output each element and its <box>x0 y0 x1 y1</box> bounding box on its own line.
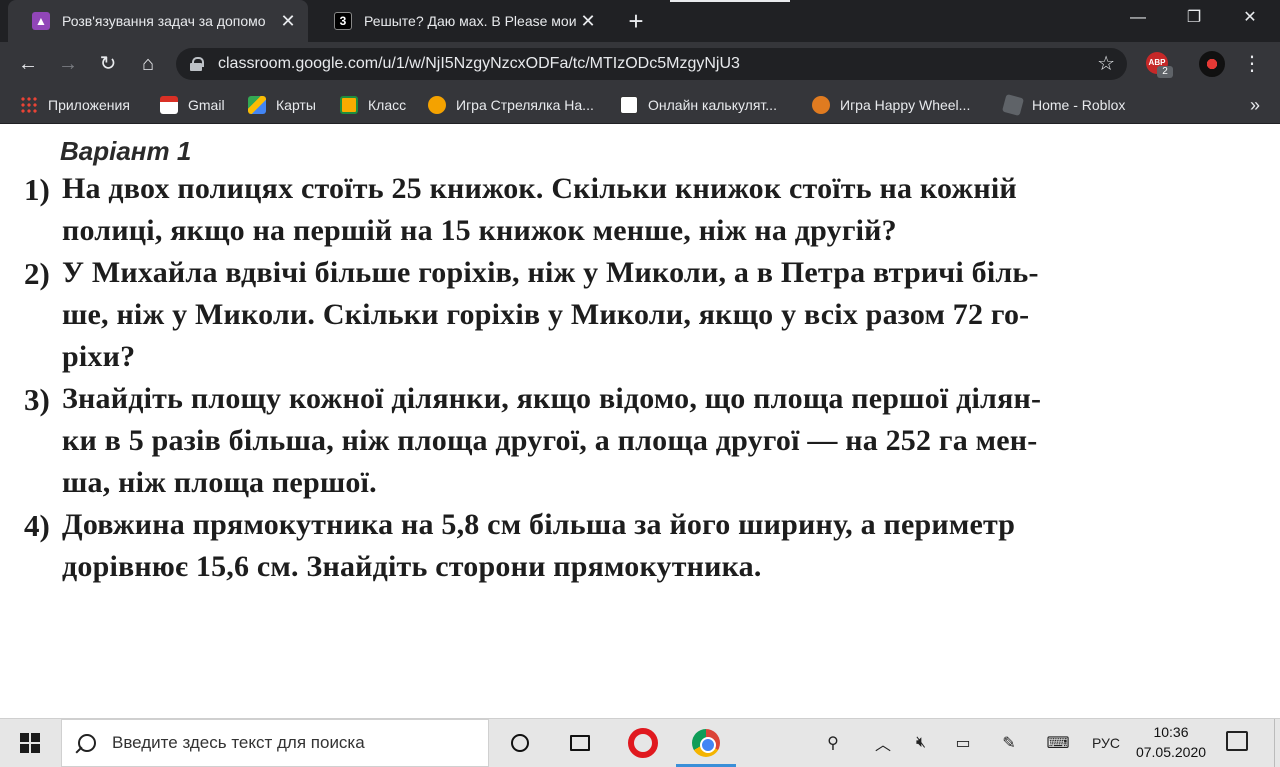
bookmark-label: Gmail <box>188 97 225 113</box>
address-text: classroom.google.com/u/1/w/NjI5NzgyNzcxO… <box>218 55 740 72</box>
tab-title: Решыте? Даю мах. В Please мои <box>364 13 577 29</box>
bookmark-label: Игра Happy Wheel... <box>840 97 971 113</box>
show-desktop-button[interactable] <box>1274 719 1280 767</box>
pen-icon[interactable]: ✎ <box>994 719 1024 767</box>
profile-avatar[interactable] <box>1199 51 1225 77</box>
cortana-icon <box>511 734 529 752</box>
new-tab-button[interactable]: + <box>622 7 650 35</box>
maps-icon <box>248 96 266 114</box>
classroom-icon <box>340 96 358 114</box>
classroom-tab-icon: ▲ <box>32 12 50 30</box>
extension-badge: 2 <box>1157 66 1173 78</box>
address-bar[interactable]: classroom.google.com/u/1/w/NjI5NzgyNzcxO… <box>176 48 1127 80</box>
task-line: ки в 5 разів більша, ніж площа другої, а… <box>62 424 1038 457</box>
volume-muted-icon[interactable]: 🔇︎ <box>906 719 936 767</box>
clock-time: 10:36 <box>1153 724 1189 740</box>
task-view-button[interactable] <box>560 719 600 767</box>
apps-grid-icon <box>20 96 38 114</box>
task-line: ше, ніж у Миколи. Скільки горіхів у Мико… <box>62 298 1030 331</box>
task-line: дорівнює 15,6 см. Знайдіть сторони прямо… <box>62 550 762 583</box>
tab-znanija[interactable]: 3 Решыте? Даю мах. В Please мои ✕ <box>310 0 608 42</box>
input-language[interactable]: РУС <box>1086 719 1126 767</box>
tab-close-icon[interactable]: ✕ <box>278 11 298 32</box>
forward-button[interactable]: → <box>54 50 82 78</box>
tray-overflow-icon[interactable]: ︿ <box>868 719 898 767</box>
keyboard-icon[interactable]: ⌨ <box>1040 719 1076 767</box>
opera-icon <box>628 728 658 758</box>
windows-taskbar: Введите здесь текст для поиска ⚲ ︿ 🔇︎ ▭ … <box>0 718 1280 767</box>
gear-game-icon <box>812 96 830 114</box>
notification-center-icon[interactable] <box>1226 731 1248 751</box>
page-content: Варіант 1 1) На двох полицях стоїть 25 к… <box>0 124 1280 718</box>
home-button[interactable]: ⌂ <box>134 50 162 78</box>
bookmark-maps[interactable]: Карты <box>248 86 316 124</box>
gmail-icon <box>160 96 178 114</box>
cortana-button[interactable] <box>500 719 540 767</box>
minimize-button[interactable]: — <box>1110 0 1166 36</box>
chrome-icon <box>692 729 720 757</box>
clock-date: 07.05.2020 <box>1135 744 1207 760</box>
tab-title: Розв'язування задач за допомо <box>62 13 266 29</box>
task-number: 1) <box>24 172 50 207</box>
battery-icon[interactable]: ▭ <box>948 719 978 767</box>
browser-menu-icon[interactable]: ⋮ <box>1240 50 1264 78</box>
tab-classroom[interactable]: ▲ Розв'язування задач за допомо ✕ <box>8 0 308 42</box>
reload-button[interactable]: ↻ <box>94 50 122 78</box>
people-icon[interactable]: ⚲ <box>818 719 848 767</box>
task-line: У Михайла вдвічі більше горіхів, ніж у М… <box>62 256 1039 289</box>
back-button[interactable]: ← <box>14 50 42 78</box>
bookmarks-bar: Приложения Gmail Карты Класс Игра Стреля… <box>0 86 1280 124</box>
tab-close-icon[interactable]: ✕ <box>578 11 598 32</box>
bookmark-calculator[interactable]: Онлайн калькулят... <box>620 86 777 124</box>
task-number: 4) <box>24 508 50 543</box>
task-line: На двох полицях стоїть 25 книжок. Скільк… <box>62 172 1017 205</box>
worksheet-image: Варіант 1 1) На двох полицях стоїть 25 к… <box>0 124 1280 718</box>
search-icon <box>78 734 96 752</box>
browser-toolbar: ← → ↻ ⌂ classroom.google.com/u/1/w/NjI5N… <box>0 42 1280 86</box>
bookmark-label: Онлайн калькулят... <box>648 97 777 113</box>
roblox-icon <box>1001 93 1025 117</box>
task-line: ша, ніж площа першої. <box>62 466 377 499</box>
chrome-taskbar-button[interactable] <box>682 719 730 767</box>
bookmark-gmail[interactable]: Gmail <box>160 86 225 124</box>
start-button[interactable] <box>0 719 60 767</box>
bookmark-apps[interactable]: Приложения <box>20 86 130 124</box>
bookmark-label: Home - Roblox <box>1032 97 1126 113</box>
bookmark-label: Приложения <box>48 97 130 113</box>
bookmark-game[interactable]: Игра Стрелялка На... <box>428 86 594 124</box>
bookmark-roblox[interactable]: Home - Roblox <box>1001 86 1126 124</box>
bookmark-happy-wheels[interactable]: Игра Happy Wheel... <box>812 86 970 124</box>
task-number: 2) <box>24 256 50 291</box>
bookmark-label: Игра Стрелялка На... <box>456 97 594 113</box>
close-window-button[interactable]: ✕ <box>1222 0 1278 36</box>
tab-loading-indicator <box>670 0 790 2</box>
task-line: ріхи? <box>62 340 136 373</box>
bookmark-star-icon[interactable]: ☆ <box>1097 51 1115 76</box>
bookmark-label: Карты <box>276 97 316 113</box>
bookmark-classroom[interactable]: Класс <box>340 86 406 124</box>
search-placeholder: Введите здесь текст для поиска <box>112 733 365 752</box>
calculator-icon <box>620 96 638 114</box>
restore-button[interactable]: ❐ <box>1166 0 1222 36</box>
taskbar-clock[interactable]: 10:36 07.05.2020 <box>1134 722 1208 762</box>
browser-tab-strip: ▲ Розв'язування задач за допомо ✕ 3 Решы… <box>0 0 1280 42</box>
task-line: Знайдіть площу кожної ділянки, якщо відо… <box>62 382 1042 415</box>
variant-heading: Варіант 1 <box>60 136 192 166</box>
game-icon <box>428 96 446 114</box>
taskbar-search-box[interactable]: Введите здесь текст для поиска <box>61 719 489 767</box>
windows-logo-icon <box>20 733 40 753</box>
lock-icon <box>190 57 204 71</box>
bookmarks-overflow-icon[interactable]: » <box>1250 86 1260 124</box>
task-line: Довжина прямокутника на 5,8 см більша за… <box>62 508 1016 541</box>
task-number: 3) <box>24 382 50 417</box>
znanija-tab-icon: 3 <box>334 12 352 30</box>
opera-taskbar-button[interactable] <box>620 719 666 767</box>
bookmark-label: Класс <box>368 97 407 113</box>
task-view-icon <box>570 735 590 751</box>
task-line: полиці, якщо на першій на 15 книжок менш… <box>62 214 897 247</box>
